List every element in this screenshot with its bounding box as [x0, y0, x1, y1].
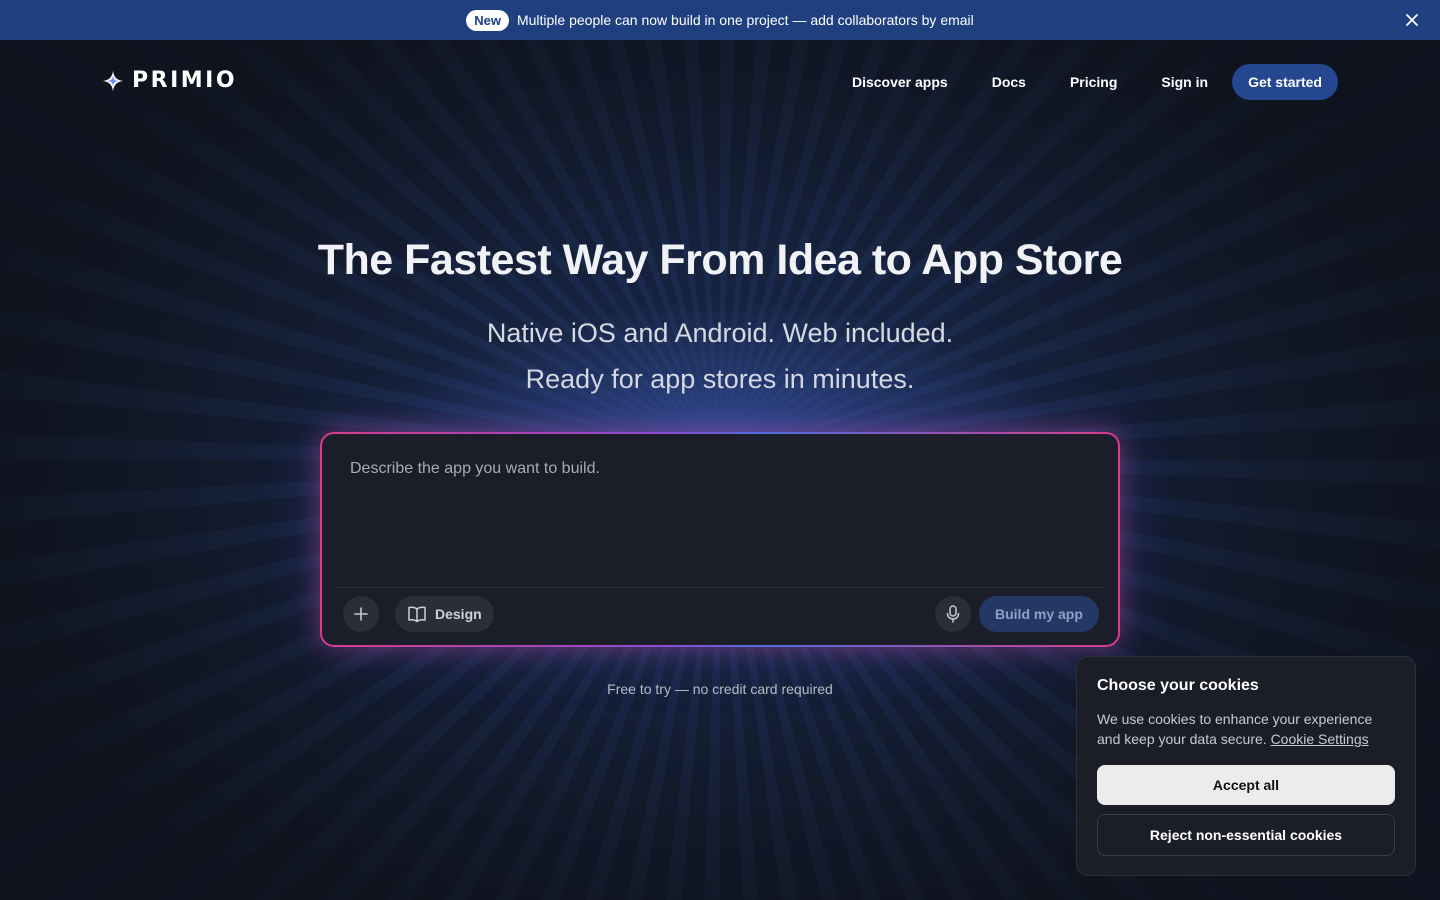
prompt-box: Design Build my app [320, 432, 1120, 647]
site-header: PRIMIO Discover apps Docs Pricing Sign i… [0, 40, 1440, 124]
build-my-app-button[interactable]: Build my app [979, 596, 1099, 632]
hero-subtitle: Native iOS and Android. Web included. Re… [0, 310, 1440, 402]
book-icon [408, 606, 426, 623]
main-nav: Discover apps Docs Pricing Sign in Get s… [852, 64, 1338, 100]
hero-subtitle-line-1: Native iOS and Android. Web included. [486, 318, 954, 348]
cookie-settings-link[interactable]: Cookie Settings [1271, 731, 1369, 747]
close-icon[interactable] [1402, 10, 1422, 30]
design-label: Design [435, 606, 482, 622]
voice-input-button[interactable] [935, 596, 971, 632]
cookie-description: We use cookies to enhance your experienc… [1097, 709, 1395, 749]
get-started-button[interactable]: Get started [1232, 64, 1338, 100]
new-badge: New [466, 9, 509, 31]
app-description-input[interactable] [338, 448, 1102, 578]
prompt-divider [336, 587, 1104, 588]
reject-cookies-button[interactable]: Reject non-essential cookies [1097, 814, 1395, 856]
announcement-text: Multiple people can now build in one pro… [516, 12, 974, 28]
design-button[interactable]: Design [395, 596, 494, 632]
attach-button[interactable] [343, 596, 379, 632]
page-title: The Fastest Way From Idea to App Store [317, 236, 1123, 284]
nav-sign-in[interactable]: Sign in [1161, 74, 1208, 90]
hero-subtitle-line-2: Ready for app stores in minutes. [525, 364, 915, 394]
cookie-consent-card: Choose your cookies We use cookies to en… [1076, 656, 1416, 876]
announcement-bar: New Multiple people can now build in one… [0, 0, 1440, 40]
logo-text: PRIMIO [132, 68, 238, 93]
prompt-panel: Design Build my app [322, 434, 1118, 645]
plus-icon [354, 607, 368, 621]
nav-pricing[interactable]: Pricing [1070, 74, 1117, 90]
cookie-title: Choose your cookies [1097, 677, 1259, 694]
logo[interactable]: PRIMIO [102, 68, 237, 93]
nav-discover-apps[interactable]: Discover apps [852, 74, 948, 90]
microphone-icon [946, 605, 960, 623]
accept-all-button[interactable]: Accept all [1097, 765, 1395, 805]
nav-docs[interactable]: Docs [992, 74, 1026, 90]
sparkle-icon [102, 70, 124, 91]
